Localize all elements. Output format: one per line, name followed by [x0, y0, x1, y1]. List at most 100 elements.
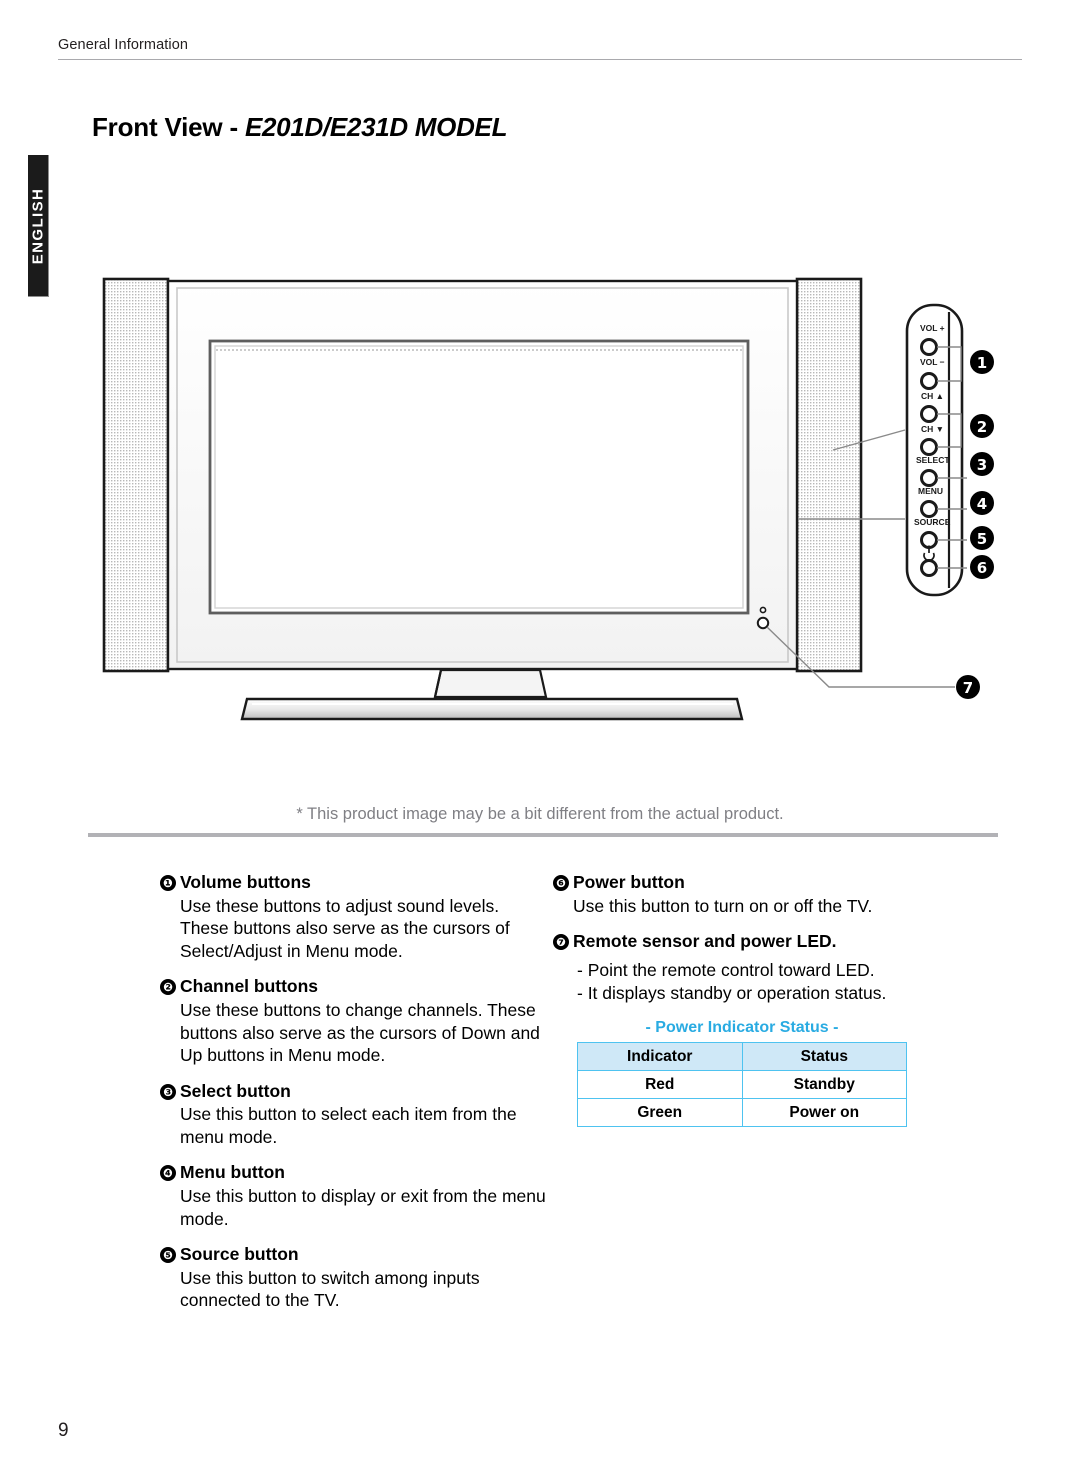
panel-label-select: SELECT [916, 455, 950, 465]
left-speaker-grille [102, 277, 170, 673]
svg-text:2: 2 [977, 418, 987, 436]
item-body: Use these buttons to adjust sound levels… [180, 895, 540, 963]
description-column-right: ❻ Power button Use this button to turn on… [553, 872, 953, 1141]
item-body-line: connected to the TV. [180, 1290, 340, 1311]
tv-screen [208, 339, 750, 615]
callout-bullets: 1 2 3 4 5 6 7 [956, 350, 994, 699]
page-title-separator: - [222, 112, 245, 142]
item-number-badge: ❻ [553, 875, 569, 891]
item-number-badge: ❺ [160, 1247, 176, 1264]
panel-label-ch-down: CH ▼ [921, 424, 944, 434]
callout-bullet-4: 4 [970, 491, 994, 515]
callout-leader-lines [766, 346, 967, 688]
power-symbol-icon [923, 545, 935, 562]
callout-bullet-2: 2 [970, 414, 994, 438]
panel-label-menu: MENU [918, 486, 943, 496]
item-body: Use this button to select each item from… [180, 1103, 540, 1148]
item-body: Use these buttons to change channels. Th… [180, 999, 540, 1067]
item-body-line: Up buttons in Menu mode. [180, 1045, 386, 1066]
control-panel: VOL + VOL − CH ▲ CH ▼ SELECT MENU SOURCE [905, 303, 964, 597]
item-heading-text: Channel buttons [180, 976, 319, 997]
power-indicator-table: Indicator Status Red Standby Green Power… [577, 1042, 907, 1128]
description-item-select-button: ❸ Select button Use this button to select… [160, 1081, 540, 1149]
panel-label-source: SOURCE [914, 517, 951, 527]
description-item-menu-button: ❹ Menu button Use this button to display … [160, 1162, 546, 1230]
panel-label-ch-up: CH ▲ [921, 391, 944, 401]
svg-text:5: 5 [977, 530, 987, 548]
language-tab: ENGLISH [28, 155, 49, 297]
svg-text:3: 3 [977, 456, 987, 474]
description-item-power-button: ❻ Power button Use this button to turn on… [553, 872, 953, 917]
power-indicator-status-block: - Power Indicator Status - Indicator Sta… [577, 1019, 907, 1128]
callout-bullet-7: 7 [956, 675, 980, 699]
tv-bezel [166, 279, 799, 671]
callout-bullet-5: 5 [970, 526, 994, 550]
item-body-line: Use this button to switch among inputs [180, 1267, 480, 1288]
item-heading-text: Menu button [180, 1162, 285, 1183]
table-cell: Power on [741, 1098, 907, 1128]
item-body-line: - It displays standby or operation statu… [577, 982, 887, 1003]
panel-label-vol-up: VOL + [920, 323, 945, 333]
figure-note-rule [88, 833, 998, 837]
item-heading: ❶ Volume buttons [160, 872, 540, 893]
table-row: Red Standby [577, 1070, 907, 1100]
table-cell: Red [577, 1070, 743, 1100]
item-body: Use this button to turn on or off the TV… [573, 895, 953, 918]
item-body: Use this button to display or exit from … [180, 1185, 546, 1230]
description-column-left: ❶ Volume buttons Use these buttons to adj… [160, 872, 546, 1326]
item-number-badge: ❶ [160, 875, 176, 891]
page-title-main: Front View [92, 112, 223, 142]
svg-text:6: 6 [977, 559, 987, 577]
svg-text:1: 1 [977, 354, 987, 372]
item-body-line: Select/Adjust in Menu mode. [180, 940, 403, 961]
item-body-line: Use this button to display or exit from … [180, 1186, 546, 1207]
item-body-line: - Point the remote control toward LED. [577, 959, 875, 980]
item-body-line: buttons also serve as the cursors of Dow… [180, 1022, 540, 1043]
item-body-line: Use this button to turn on or off the TV… [573, 895, 873, 916]
description-item-volume-buttons: ❶ Volume buttons Use these buttons to adj… [160, 872, 540, 962]
description-item-source-button: ❺ Source button Use this button to switch… [160, 1244, 540, 1312]
svg-text:4: 4 [977, 495, 987, 513]
item-heading: ❺ Source button [160, 1244, 540, 1265]
running-head: General Information [58, 37, 189, 53]
page-title-model: E201D/E231D MODEL [244, 112, 508, 142]
item-heading: ❹ Menu button [160, 1162, 540, 1183]
description-item-channel-buttons: ❷ Channel buttons Use these buttons to ch… [160, 976, 540, 1066]
table-header-row: Indicator Status [577, 1042, 907, 1072]
item-heading-text: Volume buttons [180, 872, 311, 892]
right-speaker-grille [795, 277, 863, 673]
language-tab-label: ENGLISH [29, 187, 47, 264]
item-heading: ❼ Remote sensor and power LED. [553, 931, 953, 952]
item-body-line: These buttons also serve as the cursors … [180, 918, 510, 939]
item-heading-text: Remote sensor and power LED. [573, 931, 837, 952]
svg-text:7: 7 [963, 679, 973, 697]
item-body-line: Use these buttons to adjust sound levels… [180, 895, 500, 916]
page-number: 9 [58, 1420, 69, 1441]
callout-bullet-1: 1 [970, 350, 994, 374]
remote-sensor-and-led-icon [756, 606, 770, 630]
table-row: Green Power on [577, 1098, 907, 1128]
item-dash-body: - Point the remote control toward LED. -… [577, 959, 953, 1005]
tv-stand-neck [433, 668, 548, 699]
table-cell: Standby [741, 1070, 907, 1100]
tv-stand-base [240, 697, 744, 721]
item-body-line: menu mode. [180, 1126, 278, 1147]
item-number-badge: ❸ [160, 1083, 176, 1100]
item-number-badge: ❹ [160, 1165, 176, 1182]
item-body-line: Use this button to select each item from… [180, 1104, 517, 1125]
table-header-cell: Status [741, 1042, 907, 1072]
manual-page: General Information ENGLISH Front View -… [0, 0, 1080, 1483]
figure-note: * This product image may be a bit differ… [296, 805, 784, 823]
item-body: Use this button to switch among inputs c… [180, 1267, 540, 1312]
item-number-badge: ❼ [553, 934, 569, 951]
table-header-cell: Indicator [577, 1042, 743, 1072]
item-heading-text: Source button [180, 1244, 299, 1265]
item-heading: ❻ Power button [553, 872, 953, 893]
panel-label-vol-down: VOL − [920, 357, 945, 367]
item-body-line: Use these buttons to change channels. Th… [180, 999, 536, 1020]
item-heading: ❷ Channel buttons [160, 976, 540, 997]
item-heading: ❸ Select button [160, 1081, 540, 1102]
description-item-remote-sensor: ❼ Remote sensor and power LED. - Point th… [553, 931, 953, 1128]
item-heading-text: Select button [180, 1080, 291, 1101]
item-number-badge: ❷ [160, 979, 176, 996]
